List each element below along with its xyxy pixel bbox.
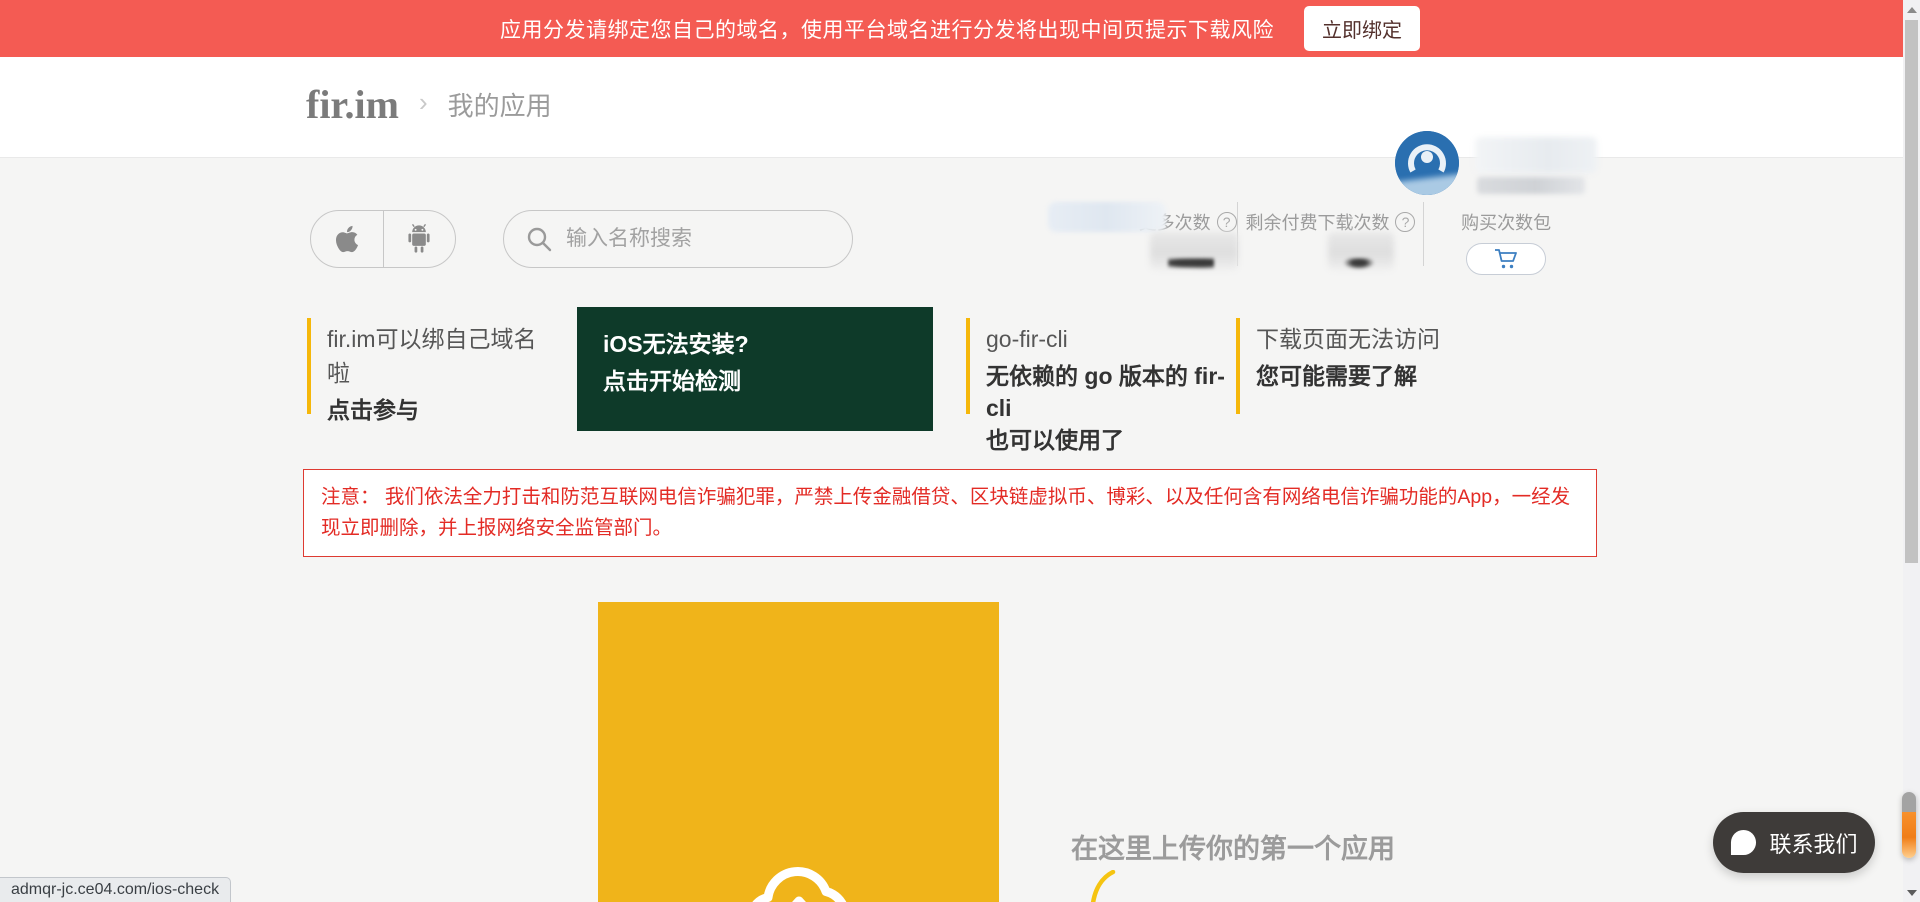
- side-widget-body: [1902, 812, 1916, 858]
- platform-filter-apple[interactable]: [311, 211, 384, 267]
- notification-banner: 应用分发请绑定您自己的域名，使用平台域名进行分发将出现中间页提示下载风险 立即绑…: [0, 0, 1920, 57]
- promo-card-ios-check[interactable]: iOS无法安装? 点击开始检测: [577, 307, 933, 431]
- promo-card-bind-domain[interactable]: fir.im可以绑自己域名啦 点击参与: [307, 318, 557, 414]
- search-box: [503, 210, 853, 268]
- side-widget-cap: [1902, 792, 1916, 812]
- upload-dropzone[interactable]: [598, 602, 999, 902]
- apple-icon: [334, 224, 360, 254]
- stat-buy-pack: 购买次数包: [1424, 200, 1588, 272]
- redacted-username: [1475, 137, 1597, 173]
- triangle-up-icon: [1907, 7, 1917, 13]
- help-icon[interactable]: ?: [1395, 212, 1415, 232]
- anti-fraud-notice-text: 注意： 我们依法全力打击和防范互联网电信诈骗犯罪，严禁上传金融借贷、区块链虚拟币…: [321, 482, 1579, 544]
- promo-cards-row: fir.im可以绑自己域名啦 点击参与 iOS无法安装? 点击开始检测 go-f…: [0, 307, 1920, 431]
- link-preview-statusbar: admqr-jc.ce04.com/ios-check: [0, 877, 231, 902]
- promo-card-go-fir-cli[interactable]: go-fir-cli 无依赖的 go 版本的 fir-cli 也可以使用了: [966, 318, 1246, 414]
- vertical-scrollbar[interactable]: [1903, 0, 1920, 902]
- user-avatar[interactable]: [1395, 131, 1459, 195]
- banner-message: 应用分发请绑定您自己的域名，使用平台域名进行分发将出现中间页提示下载风险: [500, 14, 1274, 44]
- scrollbar-thumb[interactable]: [1905, 20, 1918, 563]
- scroll-up-arrow[interactable]: [1903, 1, 1920, 18]
- promo-card-subtitle: 点击开始检测: [603, 365, 933, 397]
- search-icon: [526, 226, 552, 252]
- stat-quota: 更多次数 ?: [1040, 200, 1237, 272]
- promo-card-title: 下载页面无法访问: [1256, 322, 1516, 356]
- bind-domain-button[interactable]: 立即绑定: [1304, 6, 1420, 51]
- promo-card-download-page[interactable]: 下载页面无法访问 您可能需要了解: [1236, 318, 1516, 414]
- user-menu[interactable]: [1395, 129, 1610, 201]
- platform-filter-android[interactable]: [384, 211, 456, 267]
- side-floating-widget[interactable]: [1902, 792, 1916, 858]
- link-preview-url: admqr-jc.ce04.com/ios-check: [11, 881, 219, 898]
- buy-pack-button[interactable]: [1466, 243, 1546, 275]
- platform-filter: [310, 210, 456, 268]
- contact-us-button[interactable]: 联系我们: [1713, 812, 1875, 873]
- stat-paid-label: 剩余付费下载次数 ?: [1238, 209, 1424, 235]
- chat-bubble-icon: [1730, 829, 1757, 856]
- quota-stats: 更多次数 ? 剩余付费下载次数 ? 购买次数包: [1040, 200, 1588, 272]
- redacted-stat-label-blur: [1048, 202, 1166, 232]
- help-icon[interactable]: ?: [1217, 212, 1237, 232]
- redacted-stat-value-fragment: [1168, 258, 1214, 270]
- search-input[interactable]: [566, 227, 806, 251]
- hand-drawn-arrow: [1086, 870, 1120, 902]
- triangle-down-icon: [1907, 890, 1917, 896]
- promo-card-title: go-fir-cli: [986, 322, 1246, 356]
- buy-pack-label-text: 购买次数包: [1461, 209, 1551, 235]
- buy-pack-label: 购买次数包: [1424, 209, 1588, 235]
- breadcrumb: fir.im › 我的应用: [306, 81, 552, 128]
- promo-card-title: iOS无法安装?: [603, 327, 933, 361]
- android-icon: [405, 224, 433, 254]
- promo-card-title: fir.im可以绑自己域名啦: [327, 322, 557, 390]
- first-app-hint: 在这里上传你的第一个应用: [1071, 827, 1395, 866]
- promo-card-subtitle: 您可能需要了解: [1256, 360, 1516, 392]
- scroll-down-arrow[interactable]: [1903, 884, 1920, 901]
- promo-card-subtitle: 点击参与: [327, 394, 557, 426]
- cloud-upload-icon: [739, 845, 859, 902]
- header: fir.im › 我的应用: [0, 57, 1920, 158]
- anti-fraud-notice: 注意： 我们依法全力打击和防范互联网电信诈骗犯罪，严禁上传金融借贷、区块链虚拟币…: [303, 469, 1597, 557]
- firim-logo[interactable]: fir.im: [306, 81, 399, 128]
- promo-card-subtitle: 无依赖的 go 版本的 fir-cli 也可以使用了: [986, 360, 1246, 456]
- cart-icon: [1494, 248, 1518, 270]
- redacted-user-subtext: [1477, 177, 1585, 194]
- stat-paid-downloads: 剩余付费下载次数 ?: [1238, 200, 1424, 272]
- redacted-stat-value-fragment: [1342, 258, 1376, 270]
- chevron-right-icon: ›: [419, 87, 428, 118]
- breadcrumb-my-apps: 我的应用: [448, 86, 552, 123]
- contact-us-label: 联系我们: [1769, 827, 1857, 859]
